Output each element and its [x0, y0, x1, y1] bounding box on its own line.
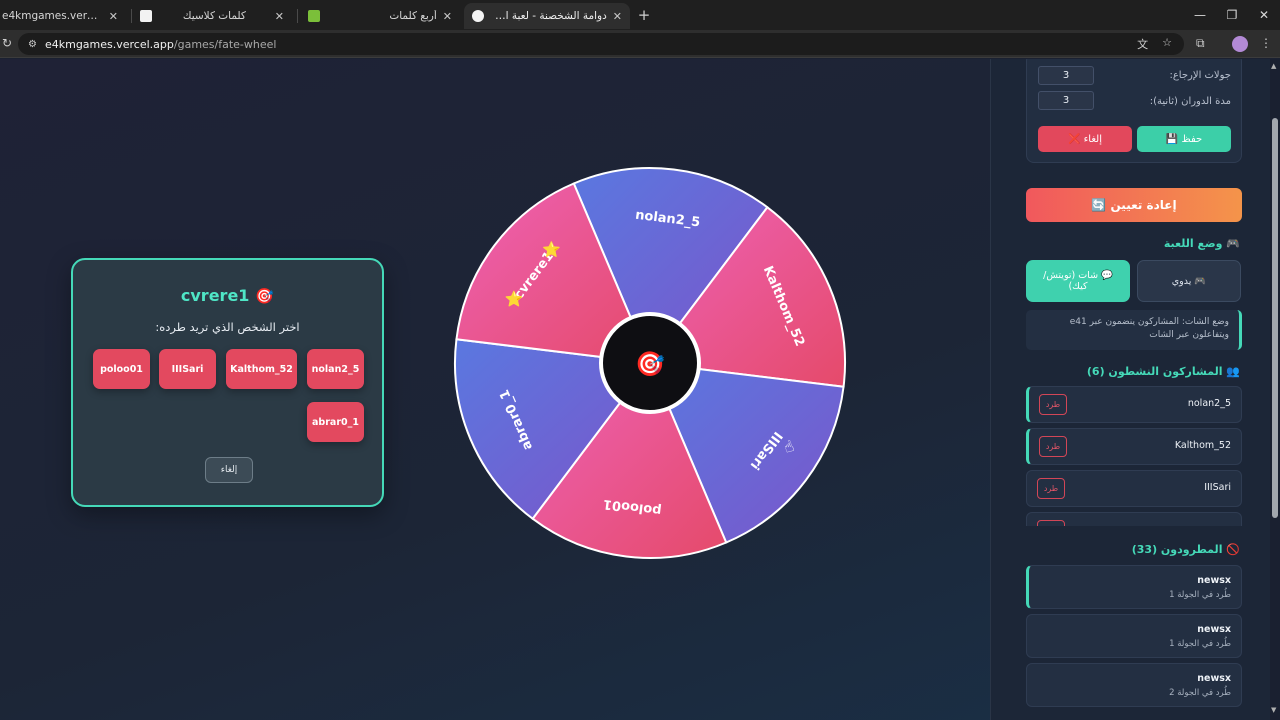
rounds-label: جولات الإرجاع: [1169, 70, 1231, 81]
fate-wheel[interactable]: nolan2_5Kalthom_52IIISaripoloo01abrar0_1… [452, 165, 848, 561]
kick-option-nolan2_5[interactable]: nolan2_5 [307, 349, 364, 389]
site-info-icon[interactable]: ⚙ [28, 39, 37, 50]
page-favicon-icon [140, 10, 152, 22]
kick-option-kalthom_52[interactable]: Kalthom_52 [226, 349, 297, 389]
scroll-down-icon[interactable]: ▼ [1271, 706, 1276, 714]
kick-option-iiisari[interactable]: IIISari [159, 349, 216, 389]
kicked-row: newsx طُرد في الجولة 2 [1026, 663, 1242, 707]
wheel-center-target-icon: 🎯 [635, 350, 665, 378]
kick-option-poloo01[interactable]: poloo01 [93, 349, 150, 389]
browser-tab-bar: e4kmgames.vercel.app/games/ ✕ كلمات كلاس… [0, 0, 1280, 30]
chat-mode-button[interactable]: 💬 شات (تويتش/كيك) [1026, 260, 1130, 302]
participant-row: nolan2_5 طرد [1026, 386, 1242, 423]
dialog-title: cvrere1 🎯 [180, 286, 275, 305]
kicked-row: newsx طُرد في الجولة 1 [1026, 565, 1242, 609]
active-participants-title: 👥 المشاركون النشطون (6) [1086, 365, 1240, 378]
tab-separator [297, 9, 298, 23]
dialog-cancel-button[interactable]: إلغاء [205, 457, 253, 483]
participants-list: nolan2_5 طرد Kalthom_52 طرد IIISari طرد [1026, 386, 1242, 526]
kicked-title: 🚫 المطرودون (33) [1131, 543, 1240, 556]
kick-dialog: cvrere1 🎯 اختر الشخص الذي تريد طرده: nola… [71, 258, 384, 507]
url-input[interactable]: ⚙ e4kmgames.vercel.app/games/fate-wheel … [18, 33, 1184, 55]
scrollbar-thumb[interactable] [1272, 118, 1278, 518]
participant-row [1026, 512, 1242, 526]
participant-row: Kalthom_52 طرد [1026, 428, 1242, 465]
kick-option-abrar0_1[interactable]: abrar0_1 [307, 402, 364, 442]
reset-button[interactable]: 🔄 إعادة تعيين [1026, 188, 1242, 222]
manual-mode-button[interactable]: 🎮 يدوي [1137, 260, 1241, 302]
cancel-button[interactable]: ❌ إلغاء [1038, 126, 1132, 152]
page-favicon-icon [472, 10, 484, 22]
close-window-icon[interactable]: ✕ [1254, 5, 1274, 25]
kick-button[interactable]: طرد [1039, 436, 1067, 457]
tab-classic-words[interactable]: كلمات كلاسيك ✕ [132, 3, 292, 29]
duration-input[interactable]: 3 [1038, 91, 1094, 110]
game-mode-title: 🎮 وضع اللعبة [1163, 237, 1240, 250]
kick-button[interactable]: طرد [1037, 478, 1065, 499]
close-icon[interactable]: ✕ [275, 10, 284, 23]
kicked-list: newsx طُرد في الجولة 1 newsx طُرد في الج… [1026, 563, 1242, 720]
kick-button[interactable]: طرد [1039, 394, 1067, 415]
scroll-up-icon[interactable]: ▲ [1271, 62, 1276, 70]
kicked-row: newsx طُرد في الجولة 1 [1026, 614, 1242, 658]
close-icon[interactable]: ✕ [443, 10, 452, 23]
minimize-icon[interactable]: — [1190, 5, 1210, 25]
save-button[interactable]: 💾 حفظ [1137, 126, 1231, 152]
reload-icon[interactable]: ↻ [2, 36, 12, 50]
dialog-prompt: اختر الشخص الذي تريد طرده: [155, 320, 300, 334]
menu-kebab-icon[interactable]: ⋮ [1260, 36, 1272, 50]
close-icon[interactable]: ✕ [109, 10, 118, 23]
bookmark-star-icon[interactable]: ☆ [1162, 36, 1172, 52]
rounds-input[interactable]: 3 [1038, 66, 1094, 85]
mode-description: وضع الشات: المشاركون ينضمون عبر e41 ويتف… [1026, 310, 1242, 350]
close-icon[interactable]: ✕ [613, 10, 622, 23]
browser-address-bar: ↻ ⚙ e4kmgames.vercel.app/games/fate-whee… [0, 30, 1280, 58]
tab-four-words[interactable]: أربع كلمات ✕ [300, 3, 460, 29]
star-icon: ⭐ [542, 240, 561, 258]
duration-label: مدة الدوران (ثانية): [1149, 96, 1231, 107]
participant-row: IIISari طرد [1026, 470, 1242, 507]
tab-fate-wheel[interactable]: دوامة الشخصنة - لعبة العجلة والا ✕ [464, 3, 630, 29]
settings-card: جولات الإرجاع: 3 مدة الدوران (ثانية): 3 … [1026, 59, 1242, 163]
translate-icon[interactable]: 文 [1137, 36, 1148, 52]
tab-e4kmgames[interactable]: e4kmgames.vercel.app/games/ ✕ [0, 3, 126, 29]
kick-button[interactable] [1037, 520, 1065, 526]
page-favicon-icon [308, 10, 320, 22]
restore-icon[interactable]: ❐ [1222, 5, 1242, 25]
new-tab-icon[interactable]: + [634, 5, 654, 25]
target-icon: 🎯 [255, 287, 275, 305]
side-panel: جولات الإرجاع: 3 مدة الدوران (ثانية): 3 … [990, 59, 1270, 720]
star-icon: ⭐ [505, 290, 524, 308]
profile-avatar[interactable] [1232, 36, 1248, 52]
extensions-icon[interactable]: ⧉ [1196, 36, 1205, 51]
